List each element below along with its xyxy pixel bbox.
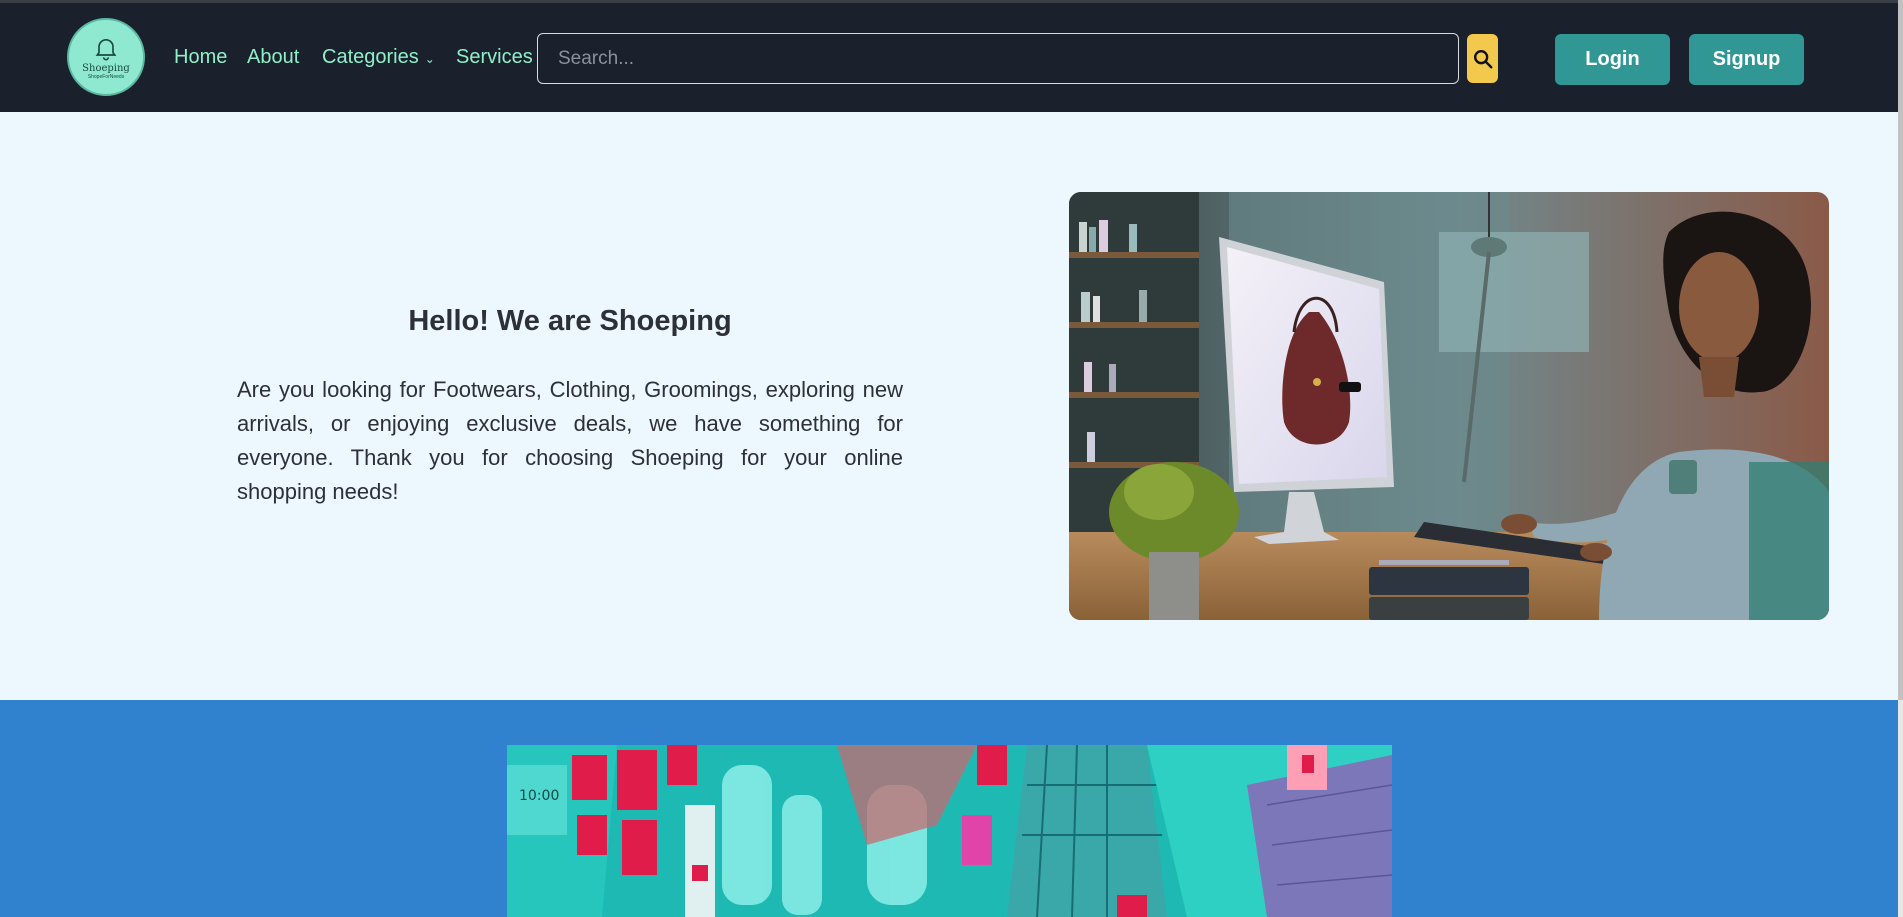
nav-services-link[interactable]: Services (456, 46, 533, 69)
bell-icon (95, 39, 117, 61)
svg-text:10:00: 10:00 (519, 788, 559, 804)
hero-image-woman-shopping-online (1069, 192, 1829, 620)
nav-home-link[interactable]: Home (174, 46, 227, 69)
page-scrollbar[interactable] (1898, 0, 1903, 917)
banner-image-neon-city: 10:00 (507, 745, 1392, 917)
search-button[interactable] (1467, 34, 1498, 83)
hero-description: Are you looking for Footwears, Clothing,… (237, 377, 903, 504)
search-input[interactable] (537, 33, 1459, 84)
logo-brand-name: Shoeping (82, 63, 130, 74)
login-button[interactable]: Login (1555, 34, 1670, 85)
hero-title: Hello! We are Shoeping (408, 305, 732, 337)
search-icon (1473, 49, 1492, 68)
brand-logo[interactable]: Shoeping ShopeForNeeds (67, 18, 145, 96)
logo-tagline: ShopeForNeeds (87, 74, 125, 80)
scrollbar-thumb[interactable] (1898, 0, 1903, 700)
nav-categories-dropdown[interactable]: Categories ⌄ (322, 46, 435, 69)
signup-button[interactable]: Signup (1689, 34, 1804, 85)
nav-categories-label: Categories (322, 46, 419, 68)
nav-about-link[interactable]: About (247, 46, 299, 69)
chevron-down-icon: ⌄ (424, 52, 435, 66)
